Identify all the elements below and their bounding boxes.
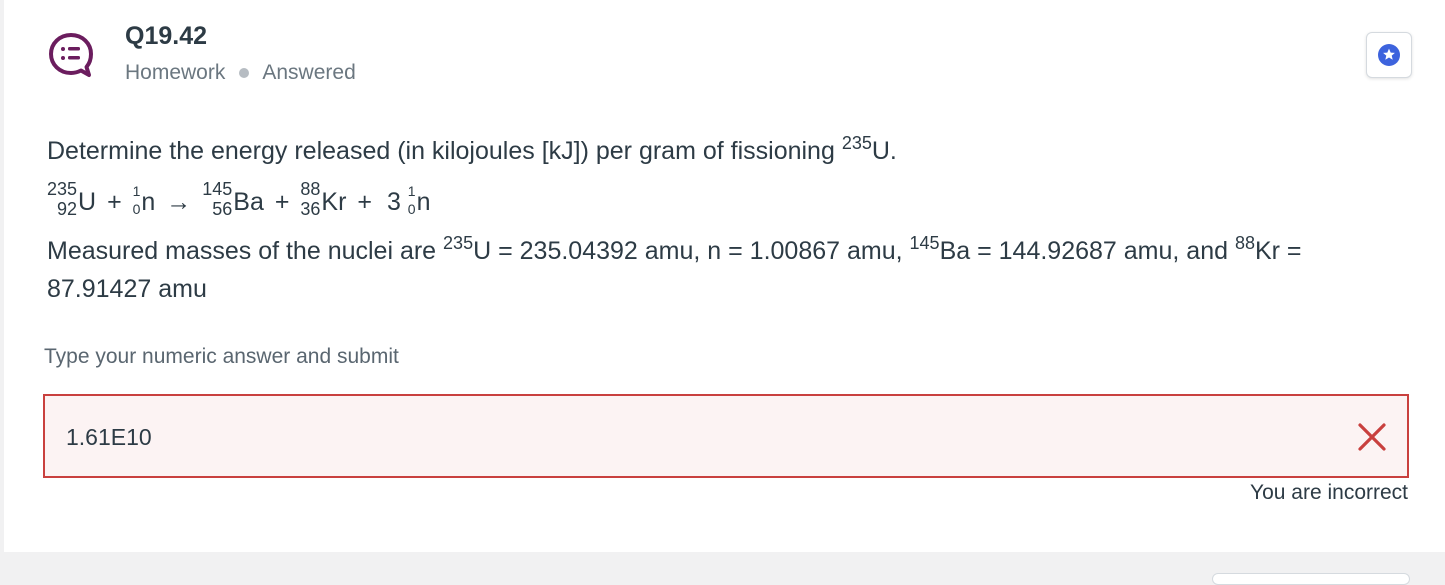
isotope-mass: 235 (443, 233, 474, 253)
isotope-mass: 235 (841, 133, 872, 153)
prompt-text: Determine the energy released (in kilojo… (47, 137, 842, 165)
nuclide-z: 0 (132, 201, 141, 217)
nuclide-barium: 145 56 Ba (202, 178, 264, 222)
nuclear-equation: 235 92 U + 10n → 145 56 Ba + 88 36 Kr + 3 10n (47, 178, 431, 222)
star-icon (1378, 44, 1400, 66)
nuclide-neutron-product: 1 0n (408, 178, 431, 222)
masses-intro: Measured masses of the nuclei are (47, 237, 444, 265)
question-category: Homework (125, 61, 226, 84)
nuclide-symbol: Ba (233, 188, 264, 216)
nuclide-mass: 1 (132, 183, 141, 199)
mass-uranium: U = 235.04392 amu, n = 1.00867 amu, (473, 237, 910, 265)
isotope-mass: 145 (909, 233, 940, 253)
next-button[interactable] (1212, 573, 1410, 585)
plus-sign: + (107, 188, 122, 216)
nuclide-mass: 145 (202, 179, 233, 199)
nuclide-neutron: 1 0n (133, 178, 156, 222)
nuclide-symbol: U (78, 188, 97, 216)
isotope-symbol: U. (871, 137, 897, 165)
nuclide-symbol: Kr (321, 188, 347, 216)
nuclide-uranium: 235 92 U (47, 178, 96, 222)
question-title: Q19.42 (125, 22, 208, 50)
nuclei-masses: Measured masses of the nuclei are 235U =… (47, 232, 1387, 308)
nuclide-mass: 88 (300, 179, 321, 199)
nuclide-z: 56 (212, 199, 233, 219)
star-button[interactable] (1366, 32, 1412, 78)
answer-input[interactable]: 1.61E10 (43, 394, 1409, 478)
separator-dot (239, 68, 250, 78)
question-status: Answered (262, 61, 356, 84)
isotope-mass: 88 (1234, 233, 1255, 253)
chat-list-icon (49, 33, 93, 77)
x-icon (1358, 423, 1386, 451)
nuclide-symbol: n (416, 188, 431, 216)
answer-value[interactable]: 1.61E10 (66, 424, 152, 451)
plus-sign: + (274, 188, 290, 216)
nuclide-z: 0 (407, 201, 416, 217)
nuclide-mass: 1 (407, 183, 416, 199)
reaction-arrow: → (166, 188, 192, 216)
coefficient: 3 (386, 188, 401, 216)
mass-barium: Ba = 144.92687 amu, and (939, 237, 1235, 265)
nuclide-z: 92 (57, 199, 78, 219)
nuclide-mass: 235 (47, 179, 78, 199)
plus-sign: + (357, 188, 372, 216)
nuclide-krypton: 88 36 Kr (300, 178, 346, 222)
nuclide-z: 36 (300, 199, 321, 219)
nuclide-symbol: n (141, 188, 156, 216)
result-message: You are incorrect (1250, 481, 1408, 504)
question-prompt: Determine the energy released (in kilojo… (47, 133, 897, 167)
answer-prompt: Type your numeric answer and submit (44, 345, 399, 368)
question-meta: Homework Answered (125, 61, 356, 85)
